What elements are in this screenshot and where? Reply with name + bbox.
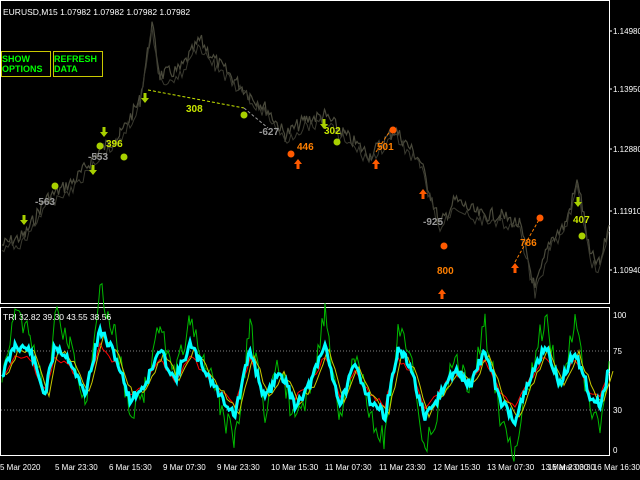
time-tick: 16 Mar 16:30 [593,463,640,472]
signal-label: 407 [573,215,590,226]
signal-label: 302 [324,126,341,137]
signal-dot [287,150,295,158]
signal-label: 396 [106,139,123,150]
sell-arrow-icon [294,159,302,169]
time-tick: 5 Mar 2020 [0,463,41,472]
signal-dot [51,182,59,190]
sell-arrow-icon [372,159,380,169]
buy-arrow-icon [20,215,28,225]
signal-label: -563 [35,197,55,208]
buy-arrow-icon [141,93,149,103]
time-tick: 13 Mar 07:30 [487,463,535,472]
signal-label: -553 [88,152,108,163]
signal-label: 308 [186,104,203,115]
sell-arrow-icon [419,189,427,199]
show-options-button[interactable]: SHOW OPTIONS [1,51,51,77]
time-tick: 11 Mar 07:30 [325,463,372,472]
time-tick: 12 Mar 15:30 [433,463,481,472]
time-tick: 9 Mar 23:30 [217,463,260,472]
signal-label: -627 [259,127,279,138]
time-tick: 5 Mar 23:30 [55,463,98,472]
oscillator-fast-line [1,282,610,462]
signal-label: 446 [297,142,314,153]
signal-markers: -563 -553 396 308 -627 446 302 501 -925 800 786 407 [20,93,590,299]
osc-tick: 30 [613,406,622,415]
sell-arrow-icon [511,263,519,273]
signal-dot [240,111,248,119]
signal-dot [96,142,104,150]
signal-dot [333,138,341,146]
sell-arrow-icon [438,289,446,299]
osc-tick: 100 [613,311,627,320]
signal-dot [120,153,128,161]
time-tick: 6 Mar 15:30 [109,463,152,472]
signal-label: -925 [423,217,443,228]
signal-label: 501 [377,142,394,153]
price-tick: 1.11910 [613,207,640,216]
price-tick: 1.14980 [613,27,640,36]
time-tick: 16 Mar 00:30 [548,463,596,472]
price-tick: 1.10940 [613,266,640,275]
buy-arrow-icon [100,127,108,137]
signal-dot [389,126,397,134]
signal-dot [536,214,544,222]
osc-tick: 75 [613,347,622,356]
price-tick: 1.12880 [613,145,640,154]
time-tick: 10 Mar 15:30 [271,463,319,472]
time-tick: 11 Mar 23:30 [379,463,426,472]
osc-tick: 0 [613,446,618,455]
price-scale: 1.14980 1.13950 1.12880 1.11910 1.10940 [613,27,640,275]
indicator-header: TRI 32.82 39.30 43.55 38.56 [3,312,111,322]
time-tick: 9 Mar 07:30 [163,463,206,472]
signal-label: 786 [520,238,537,249]
signal-dot [440,242,448,250]
signal-label: 800 [437,266,454,277]
time-axis: 5 Mar 2020 5 Mar 23:30 6 Mar 15:30 9 Mar… [0,463,640,472]
signal-dot [578,232,586,240]
refresh-data-button[interactable]: REFRESH DATA [53,51,103,77]
price-tick: 1.13950 [613,85,640,94]
symbol-header: EURUSD,M15 1.07982 1.07982 1.07982 1.079… [3,7,190,17]
oscillator-scale: 100 75 30 0 [613,311,627,455]
